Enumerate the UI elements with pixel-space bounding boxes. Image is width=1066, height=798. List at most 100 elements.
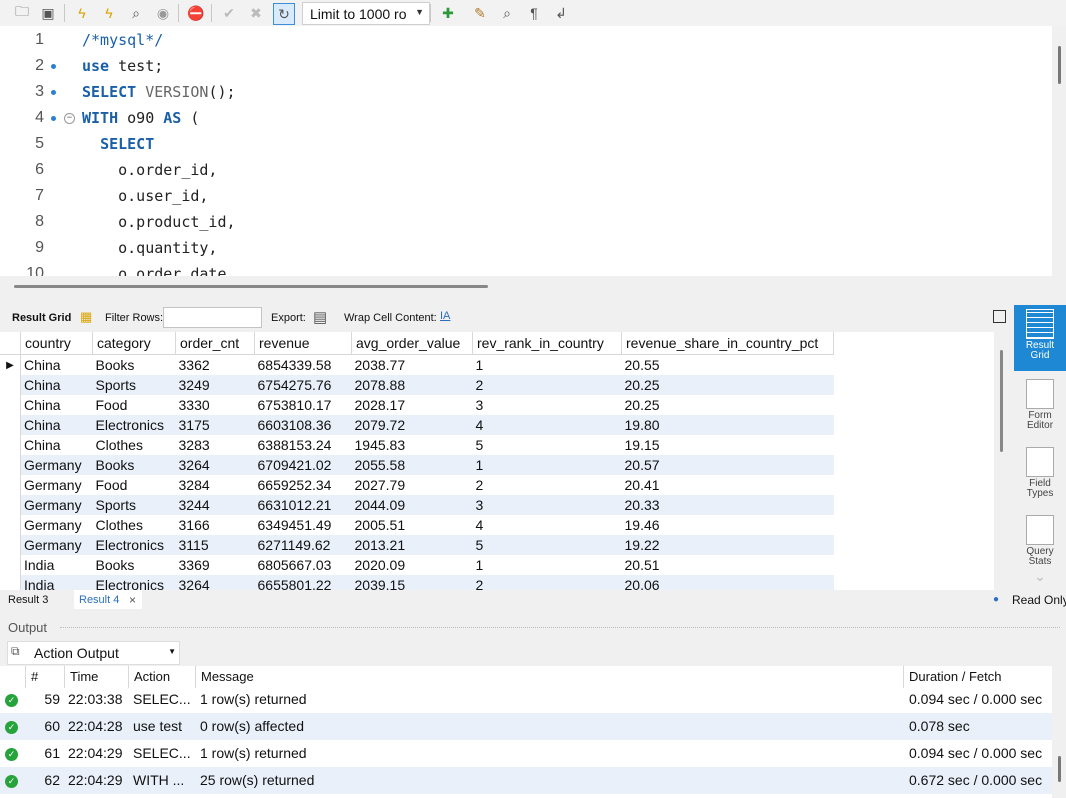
table-cell[interactable]: Food: [93, 475, 176, 495]
table-cell[interactable]: 3: [472, 495, 622, 515]
table-cell[interactable]: 20.55: [622, 355, 834, 376]
table-cell[interactable]: 1: [473, 355, 622, 376]
output-row[interactable]: ✓ 59 22:03:38 SELEC... 1 row(s) returned…: [0, 686, 1052, 713]
table-cell[interactable]: 3284: [176, 475, 255, 495]
explain-icon[interactable]: ⌕: [126, 3, 146, 23]
column-header[interactable]: category: [92, 332, 176, 355]
table-row[interactable]: Germany Electronics 3115 6271149.62 2013.21 5…: [0, 535, 834, 555]
table-cell[interactable]: 6659252.34: [255, 475, 352, 495]
execute-icon[interactable]: ϟ: [72, 3, 92, 23]
table-cell[interactable]: 20.25: [622, 395, 834, 415]
table-cell[interactable]: 2: [473, 475, 622, 495]
table-cell[interactable]: 19.80: [621, 415, 834, 435]
table-cell[interactable]: 6349451.49: [255, 515, 352, 535]
table-cell[interactable]: 5: [473, 435, 622, 455]
table-cell[interactable]: India: [21, 555, 93, 575]
table-row[interactable]: India Electronics 3264 6655801.22 2039.15 2 20…: [0, 575, 834, 590]
table-cell[interactable]: 3264: [175, 455, 255, 475]
table-cell[interactable]: China: [21, 435, 93, 455]
wrap-icon[interactable]: ↲: [551, 3, 571, 23]
row-header[interactable]: [0, 535, 21, 555]
table-cell[interactable]: 2020.09: [352, 555, 473, 575]
table-cell[interactable]: 6753810.17: [255, 395, 352, 415]
column-header[interactable]: avg_order_value: [351, 332, 473, 355]
table-cell[interactable]: 20.57: [621, 455, 834, 475]
table-cell[interactable]: 2: [472, 375, 622, 395]
row-header[interactable]: [0, 495, 21, 515]
table-cell[interactable]: 3249: [175, 375, 255, 395]
table-cell[interactable]: Food: [93, 395, 176, 415]
editor-horizontal-scrollbar[interactable]: [14, 285, 488, 288]
table-cell[interactable]: 6754275.76: [254, 375, 352, 395]
invisible-chars-icon[interactable]: ¶: [524, 3, 544, 23]
row-header[interactable]: [0, 515, 21, 535]
execute-current-icon[interactable]: ϟ: [99, 3, 119, 23]
table-cell[interactable]: 20.06: [621, 575, 834, 590]
table-row[interactable]: ▶ China Books 3362 6854339.58 2038.77 1 20.55: [0, 354, 834, 376]
table-cell[interactable]: Germany: [21, 515, 93, 535]
table-cell[interactable]: 2044.09: [351, 495, 473, 515]
table-cell[interactable]: 6388153.24: [255, 435, 352, 455]
open-folder-icon[interactable]: 🗀: [12, 3, 32, 23]
editor-vertical-scrollbar[interactable]: [1058, 46, 1061, 84]
table-cell[interactable]: 3166: [176, 515, 255, 535]
table-cell[interactable]: China: [20, 415, 93, 435]
table-cell[interactable]: 2039.15: [351, 575, 473, 590]
rollback-icon[interactable]: ✖: [246, 3, 266, 23]
table-cell[interactable]: Electronics: [92, 415, 176, 435]
table-row[interactable]: Germany Sports 3244 6631012.21 2044.09 3 20.33: [0, 495, 834, 515]
table-cell[interactable]: 3330: [176, 395, 255, 415]
output-vertical-scrollbar[interactable]: [1058, 756, 1061, 782]
table-cell[interactable]: 3362: [176, 355, 255, 376]
row-header[interactable]: [0, 475, 21, 495]
table-row[interactable]: China Electronics 3175 6603108.36 2079.72 4 19…: [0, 415, 834, 435]
table-cell[interactable]: Books: [92, 455, 176, 475]
row-header[interactable]: [0, 455, 21, 475]
table-cell[interactable]: Germany: [20, 535, 93, 555]
table-cell[interactable]: Sports: [92, 375, 176, 395]
table-cell[interactable]: China: [21, 395, 93, 415]
chevron-down-icon[interactable]: ⌄: [1014, 569, 1066, 583]
grid-vertical-scrollbar[interactable]: [1000, 350, 1003, 452]
table-cell[interactable]: Germany: [20, 455, 93, 475]
output-row[interactable]: ✓ 60 22:04:28 use test 0 row(s) affected…: [0, 713, 1052, 740]
current-row-indicator-icon[interactable]: ▶: [0, 354, 21, 375]
row-header[interactable]: [0, 375, 21, 395]
output-row[interactable]: ✓ 62 22:04:29 WITH ... 25 row(s) returne…: [0, 767, 1052, 794]
table-cell[interactable]: 3264: [175, 575, 255, 590]
table-cell[interactable]: 20.25: [621, 375, 834, 395]
limit-rows-select[interactable]: Limit to 1000 rows ▼: [302, 2, 430, 25]
table-cell[interactable]: 20.41: [622, 475, 834, 495]
row-header[interactable]: [0, 435, 21, 455]
table-cell[interactable]: Sports: [92, 495, 176, 515]
table-cell[interactable]: 2005.51: [352, 515, 473, 535]
table-cell[interactable]: Clothes: [93, 515, 176, 535]
add-snippet-icon[interactable]: ✚: [438, 3, 458, 23]
query-stats-button[interactable]: Query Stats: [1014, 511, 1066, 575]
table-cell[interactable]: 2078.88: [351, 375, 473, 395]
table-cell[interactable]: Electronics: [92, 535, 176, 555]
column-header[interactable]: revenue_share_in_country_pct: [621, 332, 834, 355]
row-header[interactable]: [0, 415, 21, 435]
action-output-table[interactable]: # Time Action Message Duration / Fetch ✓…: [0, 666, 1052, 798]
row-header[interactable]: [0, 395, 21, 415]
table-cell[interactable]: Clothes: [93, 435, 176, 455]
table-cell[interactable]: 1: [473, 555, 622, 575]
column-header[interactable]: order_cnt: [175, 332, 255, 355]
table-cell[interactable]: 19.22: [621, 535, 834, 555]
toggle-panel-icon[interactable]: [993, 310, 1006, 323]
table-cell[interactable]: 20.33: [621, 495, 834, 515]
result-grid[interactable]: country category order_cnt revenue avg_o…: [0, 332, 994, 590]
find-icon[interactable]: ⌕: [497, 3, 517, 23]
table-cell[interactable]: 6805667.03: [255, 555, 352, 575]
table-cell[interactable]: 2013.21: [351, 535, 473, 555]
column-header[interactable]: rev_rank_in_country: [472, 332, 622, 355]
table-cell[interactable]: 20.51: [622, 555, 834, 575]
table-cell[interactable]: 2055.58: [351, 455, 473, 475]
save-icon[interactable]: ▣: [38, 3, 58, 23]
table-cell[interactable]: 4: [472, 415, 622, 435]
table-row[interactable]: Germany Clothes 3166 6349451.49 2005.51 4 19.4…: [0, 515, 834, 535]
table-cell[interactable]: 19.15: [622, 435, 834, 455]
result-grid-view-button[interactable]: Result Grid: [1014, 305, 1066, 371]
autocommit-icon[interactable]: ↻: [273, 3, 295, 25]
